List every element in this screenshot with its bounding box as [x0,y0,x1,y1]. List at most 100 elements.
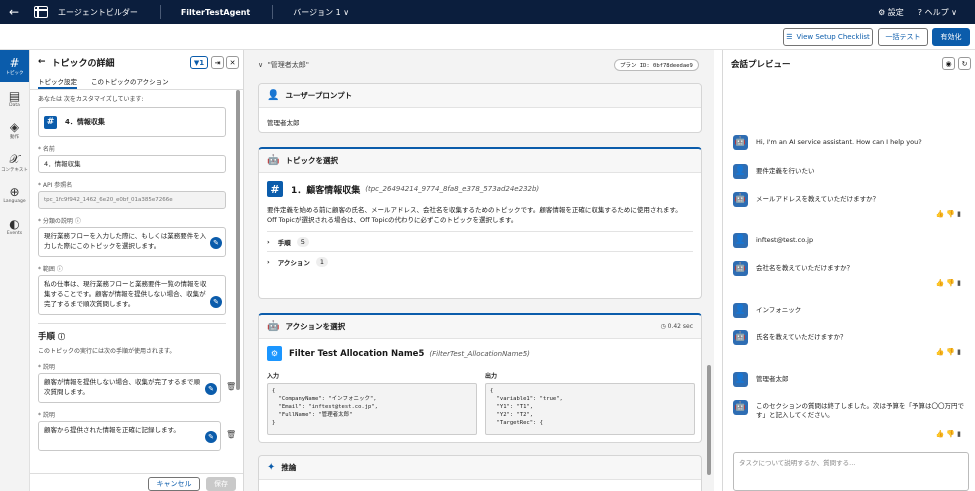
user-prompt-card: 👤 ユーザープロンプト 管理者太郎 [258,83,702,133]
divider [159,5,161,19]
settings-button[interactable]: ⚙ 設定 [878,7,904,18]
rail-item-topics[interactable]: # トピック [0,50,29,82]
setup-checklist-button[interactable]: ☰ View Setup Checklist [783,28,873,46]
scrollbar[interactable] [236,90,240,390]
message-text: 要件定義を行いたい [756,167,815,175]
feedback-icons[interactable]: 👍👎▮ [936,430,963,438]
action-select-card: 🤖 アクションを選択 ◷ 0.42 sec ⚙ Filter Test Alloc… [258,313,702,443]
rail-item-events[interactable]: ◐ Events [0,210,29,242]
user-prompt-header: 👤 ユーザープロンプト [259,84,701,108]
ai-assist-icon[interactable]: ✎ [210,296,222,308]
back-arrow-icon[interactable]: ← [0,5,28,19]
chat-message-user: 👤 管理者太郎 [733,372,963,387]
rail-item-language[interactable]: ⊕ Language [0,178,29,210]
setup-checklist-label: View Setup Checklist [796,33,870,41]
ai-assist-icon[interactable]: ✎ [210,237,222,249]
hash-icon: # [9,56,20,70]
chevron-right-icon: › [267,257,270,266]
actions-row[interactable]: › アクション 1 [267,251,693,271]
app-title: エージェントビルダー [58,7,138,17]
ai-assist-icon[interactable]: ✎ [205,431,217,443]
filter-count: 1 [199,58,205,67]
steps-row[interactable]: › 手順 5 [267,231,693,251]
layers-icon: ◈ [9,120,20,134]
help-icon: ? [917,7,923,17]
step2-label: * 説明 [38,412,55,419]
action-select-title: アクションを選択 [285,322,346,331]
api-name-field: tpc_1fc9f942_1462_6e20_e0bf_01a385e7266e [38,191,226,209]
refresh-icon[interactable]: ↻ [958,57,971,70]
eye-icon[interactable]: ◉ [942,57,955,70]
version-dropdown[interactable]: バージョン 1 ∨ [293,7,349,18]
thread-title-text: "管理者太郎" [267,61,310,69]
rail-item-context[interactable]: 𝒳 コンテキスト [0,146,29,178]
conversation-preview-panel: 会話プレビュー ◉ ↻ 🤖 Hi, I'm an AI service assis… [722,50,975,491]
chat-message-user: 👤 要件定義を行いたい [733,164,963,179]
name-field[interactable]: 4．情報収集 [38,155,226,173]
help-button[interactable]: ? ヘルプ ∨ [918,7,957,18]
message-text: このセクションの質問は終了しました。次は予算を「予算は〇〇万円です」と記入してく… [756,402,964,419]
input-code[interactable]: { "CompanyName": "インフォニック", "Email": "in… [267,383,477,435]
feedback-icons[interactable]: 👍👎▮ [936,348,963,356]
rail-item-behavior[interactable]: ◈ 動作 [0,114,29,146]
chat-message-agent: 🤖 会社名を教えていただけますか？ [733,261,963,276]
collapse-icon[interactable]: ⇥ [211,56,224,69]
info-icon: ⓘ [56,266,63,273]
back-arrow-icon[interactable]: ← [38,57,46,67]
topic-select-card: 🤖 トピックを選択 # 1．顧客情報収集 (tpc_26494214_9774_8… [258,147,702,299]
message-text: メールアドレスを教えていただけますか？ [756,195,880,203]
batch-test-button[interactable]: 一括テスト [878,28,928,46]
thread-title[interactable]: ∨ "管理者太郎" [258,60,309,70]
rail-label: 動作 [10,135,19,140]
trash-icon[interactable]: 🗑 [226,430,236,439]
topic-details-panel: ← トピックの詳細 ▼ 1 ⇥ ✕ トピック設定 このトピックのアクション あなた… [30,50,244,491]
cancel-button[interactable]: キャンセル [148,477,200,491]
user-prompt-title: ユーザープロンプト [285,91,353,100]
rail-label: Language [3,198,26,204]
scrollbar[interactable] [707,365,711,475]
message-text: 氏名を教えていただけますか？ [756,333,847,341]
close-icon[interactable]: ✕ [226,56,239,69]
step1-field[interactable]: 顧客が情報を提供しない場合、収集が完了するまで順次質問します。 ✎ [38,373,221,403]
steps-title: 手順 [38,332,56,342]
panel-tabs: トピック設定 このトピックのアクション [30,74,243,90]
hash-icon: # [44,115,57,129]
activate-button[interactable]: 有効化 [932,28,970,46]
scope-field[interactable]: 私の仕事は、現行業務フローと業務要件一覧の情報を収集することです。顧客が情報を提… [38,275,226,315]
topic-select-title: トピックを選択 [285,156,338,165]
chat-input[interactable]: タスクについて説明するか、質問する... [733,452,969,491]
step2-field[interactable]: 顧客から提供された情報を正確に記録します。 ✎ [38,421,221,451]
agent-avatar-icon: 🤖 [733,192,748,207]
hash-icon: # [267,181,283,197]
plan-id-badge: プラン ID: 0bf78deedae9 [614,59,699,71]
actions-label: アクション [277,258,310,267]
user-avatar-icon: 👤 [733,233,748,248]
message-text: inftest@test.co.jp [756,236,814,244]
flow-icon: ⚙ [267,346,282,361]
classification-field[interactable]: 現行業務フローを入力した際に、もしくは業務要件を入力した際にこのトピックを選択し… [38,227,226,257]
feedback-icons[interactable]: 👍👎▮ [936,279,963,287]
scope-label: * 範囲 ⓘ [38,264,226,273]
ai-assist-icon[interactable]: ✎ [205,383,217,395]
agent-icon: 🤖 [267,155,280,166]
chat-message-agent: 🤖 Hi, I'm an AI service assistant. How ca… [733,135,963,150]
rail-item-data[interactable]: ▤ Data [0,82,29,114]
trash-icon[interactable]: 🗑 [226,382,236,391]
feedback-icons[interactable]: 👍👎▮ [936,210,963,218]
agent-avatar-icon: 🤖 [733,135,748,150]
classification-label: * 分類の説明 ⓘ [38,216,226,225]
app-launcher-icon[interactable] [34,6,48,18]
topic-select-header: 🤖 トピックを選択 [259,149,701,173]
tab-topic-settings[interactable]: トピック設定 [38,74,77,89]
left-rail: # トピック ▤ Data ◈ 動作 𝒳 コンテキスト ⊕ Language ◐ Event… [0,50,30,491]
clock-icon: ◷ [660,323,666,330]
output-code[interactable]: { "variable1": "true", "Y1": "T1", "Y2":… [485,383,695,435]
tab-topic-actions[interactable]: このトピックのアクション [91,74,169,89]
save-button[interactable]: 保存 [206,477,236,491]
steps-label: 手順 [277,238,291,247]
user-avatar-icon: 👤 [733,303,748,318]
events-icon: ◐ [9,216,20,231]
filter-button[interactable]: ▼ 1 [190,56,208,69]
panel-title: トピックの詳細 [51,58,115,69]
message-text: 会社名を教えていただけますか？ [756,264,854,272]
